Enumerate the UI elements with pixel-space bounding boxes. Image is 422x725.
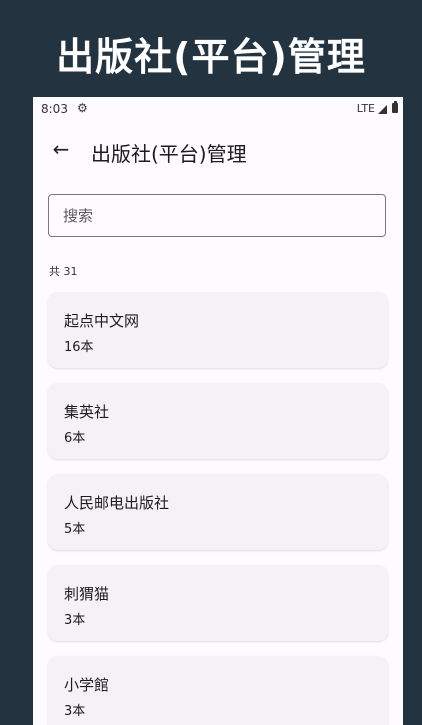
search-input[interactable] <box>48 194 386 237</box>
page-title: 出版社(平台)管理 <box>91 142 247 166</box>
publisher-name: 小学館 <box>64 676 110 694</box>
list-item[interactable]: 小学館 3本 <box>48 656 388 725</box>
network-label: LTE <box>356 102 375 115</box>
publisher-name: 起点中文网 <box>64 312 140 330</box>
book-count: 6本 <box>64 431 86 446</box>
list-item[interactable]: 人民邮电出版社 5本 <box>48 474 388 550</box>
phone-screen: 8:03 ⚙ LTE ← 出版社(平台)管理 共 31 起点中文网 16本 集英… <box>33 97 403 725</box>
book-count: 16本 <box>64 340 94 355</box>
app-bar: ← 出版社(平台)管理 <box>33 127 403 175</box>
signal-icon <box>378 105 387 114</box>
status-bar: 8:03 ⚙ LTE <box>33 97 403 121</box>
publisher-list: 起点中文网 16本 集英社 6本 人民邮电出版社 5本 刺猬猫 3本 小学館 3… <box>48 292 388 725</box>
total-count: 共 31 <box>49 265 78 278</box>
status-time: 8:03 <box>41 102 68 116</box>
publisher-name: 集英社 <box>64 403 110 421</box>
banner-title: 出版社(平台)管理 <box>56 35 366 79</box>
book-count: 5本 <box>64 522 86 537</box>
publisher-name: 刺猬猫 <box>64 585 110 603</box>
book-count: 3本 <box>64 613 86 628</box>
book-count: 3本 <box>64 704 86 719</box>
list-item[interactable]: 集英社 6本 <box>48 383 388 459</box>
battery-icon <box>392 101 398 113</box>
gear-icon: ⚙ <box>77 101 88 115</box>
arrow-left-icon[interactable]: ← <box>47 135 75 163</box>
list-item[interactable]: 刺猬猫 3本 <box>48 565 388 641</box>
list-item[interactable]: 起点中文网 16本 <box>48 292 388 368</box>
publisher-name: 人民邮电出版社 <box>64 494 170 512</box>
